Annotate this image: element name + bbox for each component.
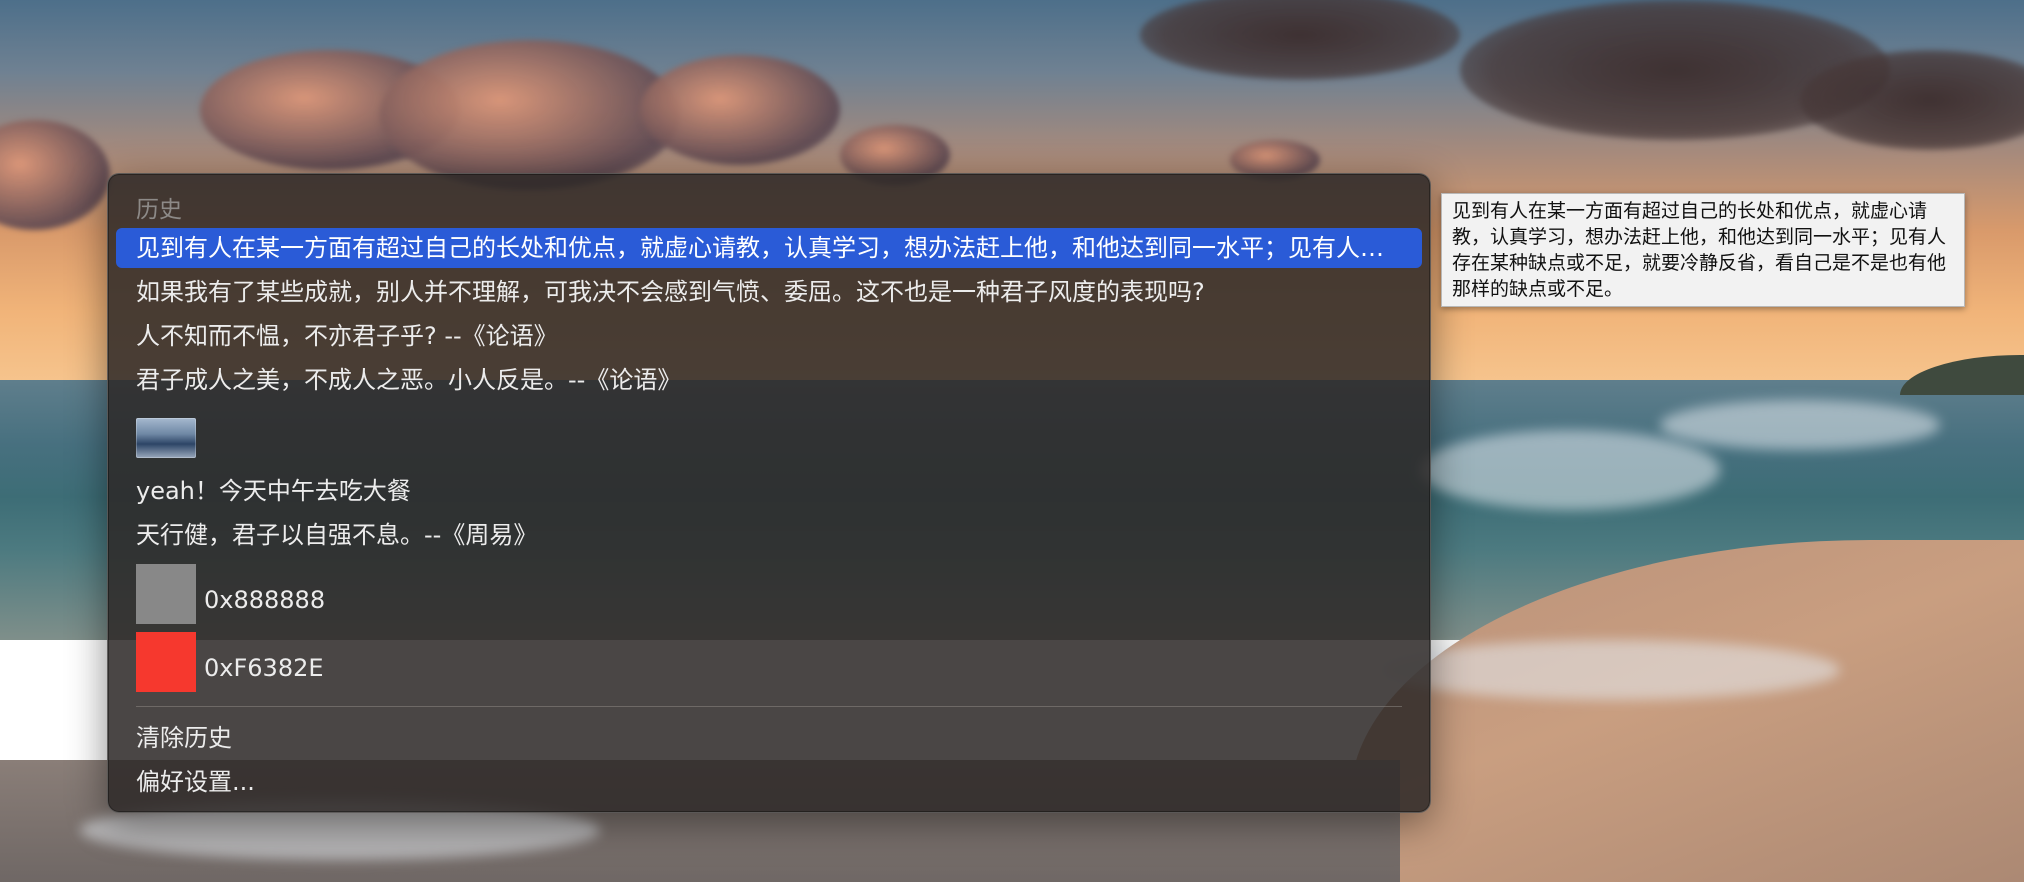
wallpaper-cloud [380, 40, 680, 190]
clear-history-label: 清除历史 [136, 724, 232, 752]
color-swatch [136, 564, 196, 624]
history-item-label: 君子成人之美，不成人之恶。小人反是。--《论语》 [136, 366, 682, 394]
menu-header: 历史 [136, 197, 182, 223]
history-item[interactable]: 人不知而不愠，不亦君子乎? --《论语》 [116, 316, 1422, 356]
history-item[interactable]: 天行健，君子以自强不息。--《周易》 [116, 515, 1422, 555]
history-item-label: 见到有人在某一方面有超过自己的长处和优点，就虚心请教，认真学习，想办法赶上他，和… [136, 234, 1396, 262]
full-text-tooltip: 见到有人在某一方面有超过自己的长处和优点，就虚心请教，认真学习，想办法赶上他，和… [1441, 193, 1965, 307]
history-item-label: yeah！今天中午去吃大餐 [136, 477, 411, 505]
color-label: 0x888888 [204, 586, 326, 614]
desktop: 历史 见到有人在某一方面有超过自己的长处和优点，就虚心请教，认真学习，想办法赶上… [0, 0, 2024, 882]
history-item-selected[interactable]: 见到有人在某一方面有超过自己的长处和优点，就虚心请教，认真学习，想办法赶上他，和… [116, 228, 1422, 268]
preferences-menu-item[interactable]: 偏好设置... [116, 762, 1422, 802]
clear-history-menu-item[interactable]: 清除历史 [116, 718, 1422, 758]
history-item[interactable]: 如果我有了某些成就，别人并不理解，可我决不会感到气愤、委屈。这不也是一种君子风度… [116, 272, 1422, 312]
history-item-label: 如果我有了某些成就，别人并不理解，可我决不会感到气愤、委屈。这不也是一种君子风度… [136, 278, 1205, 306]
history-item[interactable]: yeah！今天中午去吃大餐 [116, 471, 1422, 511]
preferences-label: 偏好设置... [136, 768, 255, 796]
wallpaper-foam [1420, 430, 1720, 510]
color-label: 0xF6382E [204, 654, 324, 682]
history-item-label: 天行健，君子以自强不息。--《周易》 [136, 521, 538, 549]
wallpaper-foam [1660, 400, 1940, 450]
wallpaper-foam [1380, 640, 1840, 700]
menu-separator [136, 706, 1402, 707]
color-swatch [136, 632, 196, 692]
history-item[interactable]: 君子成人之美，不成人之恶。小人反是。--《论语》 [116, 360, 1422, 400]
history-item-label: 人不知而不愠，不亦君子乎? --《论语》 [136, 322, 558, 350]
history-item-image-thumbnail[interactable] [136, 418, 196, 458]
wallpaper-cloud [640, 55, 840, 165]
clipboard-history-menu: 历史 见到有人在某一方面有超过自己的长处和优点，就虚心请教，认真学习，想办法赶上… [107, 173, 1431, 813]
